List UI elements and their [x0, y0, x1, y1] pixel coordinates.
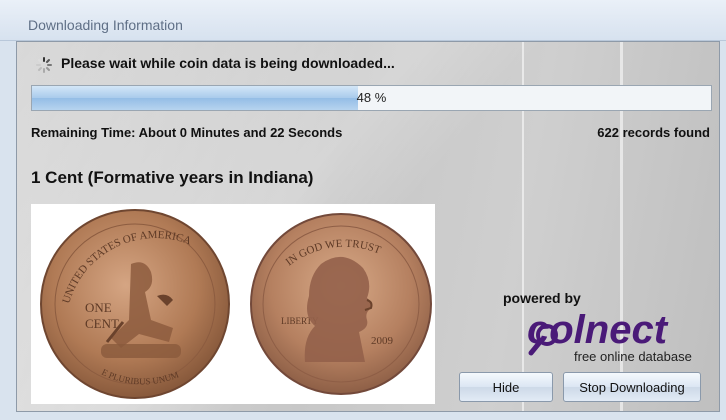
records-found: 622 records found [597, 125, 710, 140]
reverse-denomination-cent: CENT [85, 316, 119, 331]
coin-image: UNITED STATES OF AMERICA ONE CENT E PLUR… [31, 204, 435, 404]
logo-tagline: free online database [574, 349, 692, 364]
reverse-denomination-one: ONE [85, 300, 112, 315]
download-progress-bar: 48 % [31, 85, 712, 111]
progress-percent: 48 % [356, 90, 387, 105]
title-bar: Downloading Information [0, 0, 726, 41]
remaining-time: Remaining Time: About 0 Minutes and 22 S… [31, 125, 343, 140]
reverse-coin: UNITED STATES OF AMERICA ONE CENT E PLUR… [40, 209, 230, 399]
window-title: Downloading Information [28, 17, 183, 33]
colnect-logo: powered by colnect free online database [487, 287, 717, 367]
obverse-coin: IN GOD WE TRUST LIBERTY 2009 [250, 213, 432, 395]
colnect-wordmark: colnect [527, 308, 669, 352]
coin-illustration: UNITED STATES OF AMERICA ONE CENT E PLUR… [40, 209, 432, 399]
hide-button[interactable]: Hide [459, 372, 553, 402]
download-dialog: Downloading Information Please wait whil… [0, 0, 726, 420]
loading-spinner-icon [36, 57, 52, 73]
colnect-logo-graphic: powered by colnect free online database [503, 290, 692, 364]
dialog-content: Please wait while coin data is being dow… [16, 41, 720, 412]
obverse-year: 2009 [371, 335, 394, 347]
wait-message: Please wait while coin data is being dow… [61, 55, 395, 71]
powered-by-text: powered by [503, 290, 581, 306]
coin-title: 1 Cent (Formative years in Indiana) [31, 168, 314, 187]
stop-downloading-button[interactable]: Stop Downloading [563, 372, 701, 402]
